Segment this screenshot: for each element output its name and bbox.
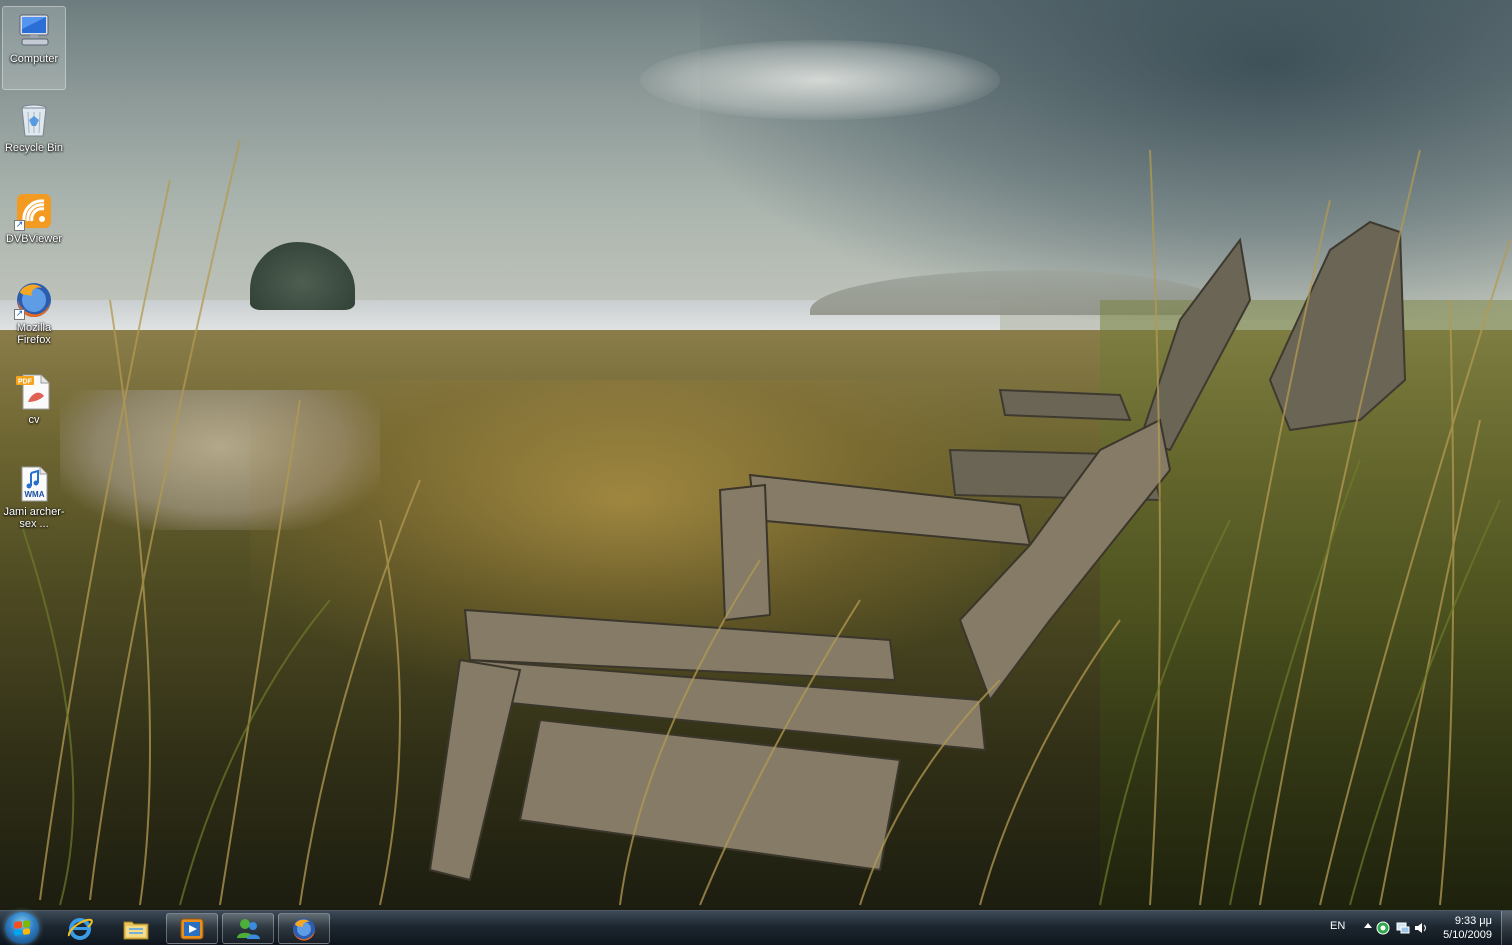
status-circle-icon[interactable]	[1376, 921, 1390, 935]
wallpaper	[0, 0, 1512, 910]
desktop-icon-cv-pdf[interactable]: PDF cv	[2, 368, 66, 452]
pdf-file-icon: PDF	[14, 372, 54, 412]
computer-icon	[14, 11, 54, 51]
taskbar: EN 9:33 μμ 5/10/2009	[0, 910, 1512, 945]
desktop-icon-label: DVBViewer	[5, 233, 63, 245]
pdf-badge: PDF	[18, 379, 33, 386]
shortcut-arrow-icon: ↗	[14, 309, 25, 320]
taskbar-button-internet-explorer[interactable]	[54, 913, 106, 944]
desktop-icon-mozilla-firefox[interactable]: ↗ Mozilla Firefox	[2, 276, 66, 360]
desktop-icon-label: Computer	[9, 53, 59, 65]
media-player-icon	[178, 916, 206, 942]
desktop-icon-label: Recycle Bin	[4, 142, 64, 154]
windows-logo-icon	[14, 920, 30, 936]
firefox-icon: ↗	[14, 280, 54, 320]
shortcut-arrow-icon: ↗	[14, 220, 25, 231]
desktop-icon-label: cv	[28, 414, 40, 426]
messenger-icon	[234, 916, 262, 942]
language-indicator[interactable]: EN	[1330, 920, 1345, 932]
clock[interactable]: 9:33 μμ 5/10/2009	[1430, 914, 1492, 942]
taskbar-button-windows-explorer[interactable]	[110, 913, 162, 944]
folder-icon	[122, 916, 150, 942]
desktop-icon-recycle-bin[interactable]: Recycle Bin	[2, 96, 66, 180]
desktop: Computer Recycle Bin ↗ DVBViewer ↗ Mozil…	[0, 0, 1512, 945]
taskbar-button-firefox[interactable]	[278, 913, 330, 944]
show-hidden-icons-arrow-icon[interactable]	[1364, 923, 1372, 928]
desktop-icon-label: Jami archer-sex ...	[3, 506, 65, 530]
show-desktop-button[interactable]	[1501, 911, 1512, 945]
clock-time: 9:33 μμ	[1454, 915, 1492, 927]
taskbar-button-messenger[interactable]	[222, 913, 274, 944]
taskbar-button-media-player[interactable]	[166, 913, 218, 944]
network-icon[interactable]	[1396, 921, 1410, 935]
firefox-icon	[290, 916, 318, 942]
desktop-icon-computer[interactable]: Computer	[2, 6, 66, 90]
wma-badge: WMA	[25, 490, 45, 499]
volume-icon[interactable]	[1414, 921, 1428, 935]
desktop-icon-dvbviewer[interactable]: ↗ DVBViewer	[2, 187, 66, 271]
desktop-icon-wma-file[interactable]: WMA Jami archer-sex ...	[2, 460, 66, 544]
desktop-icon-label: Mozilla Firefox	[16, 322, 52, 346]
clock-date: 5/10/2009	[1443, 929, 1492, 941]
wma-file-icon: WMA	[14, 464, 54, 504]
recycle-bin-icon	[14, 100, 54, 140]
start-button[interactable]	[5, 912, 39, 944]
wallpaper-grass	[19, 139, 1511, 906]
dvbviewer-icon: ↗	[14, 191, 54, 231]
internet-explorer-icon	[66, 916, 94, 942]
notification-area: EN 9:33 μμ 5/10/2009	[1312, 911, 1512, 945]
